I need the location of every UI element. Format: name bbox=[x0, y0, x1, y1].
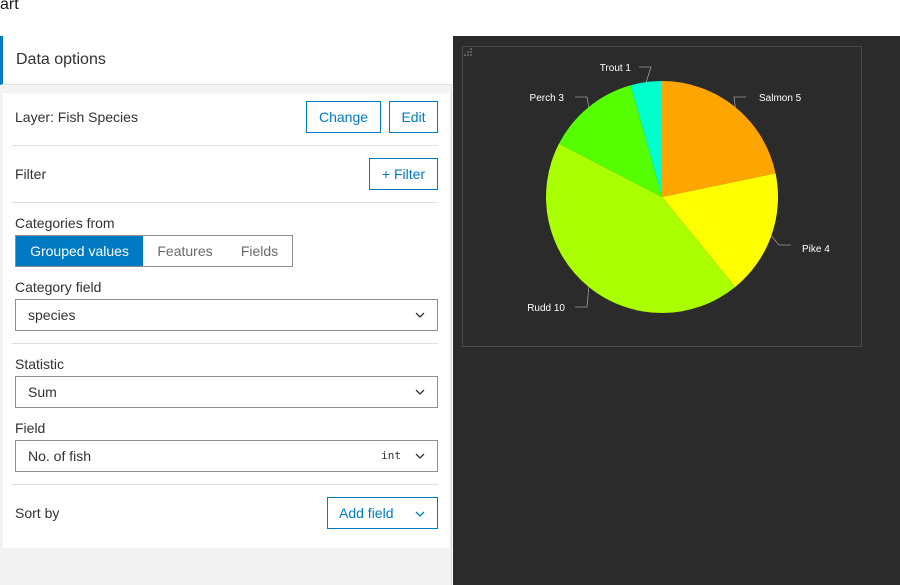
segment-grouped-values[interactable]: Grouped values bbox=[16, 236, 143, 266]
leader-line bbox=[575, 286, 590, 308]
leader-line bbox=[770, 235, 791, 246]
pie-label-salmon: Salmon 5 bbox=[759, 93, 802, 104]
panel-header[interactable]: Data options bbox=[0, 36, 452, 85]
chevron-down-icon bbox=[415, 312, 425, 318]
pie-chart: Salmon 5 Pike 4 Rudd 10 Perch 3 Trout 1 bbox=[527, 63, 830, 314]
chevron-down-icon bbox=[415, 511, 425, 517]
field-select[interactable]: No. of fish int bbox=[15, 440, 438, 472]
statistic-select[interactable]: Sum bbox=[15, 376, 438, 408]
window-title-fragment: art bbox=[0, 0, 19, 13]
leader-line bbox=[639, 66, 652, 83]
category-field-label: Category field bbox=[15, 279, 102, 295]
categories-segmented-control: Grouped values Features Fields bbox=[15, 235, 293, 267]
panel-title: Data options bbox=[16, 51, 106, 68]
leader-line bbox=[733, 96, 746, 108]
pie-label-perch: Perch 3 bbox=[530, 93, 565, 104]
statistic-value: Sum bbox=[28, 384, 57, 400]
top-strip bbox=[0, 0, 900, 36]
divider bbox=[12, 202, 438, 203]
chart-container[interactable]: Salmon 5 Pike 4 Rudd 10 Perch 3 Trout 1 bbox=[462, 46, 862, 347]
category-field-value: species bbox=[28, 307, 76, 323]
chevron-down-icon bbox=[415, 389, 425, 395]
change-layer-button[interactable]: Change bbox=[306, 101, 381, 133]
segment-features[interactable]: Features bbox=[143, 236, 227, 266]
divider bbox=[12, 343, 438, 344]
segment-fields[interactable]: Fields bbox=[227, 236, 292, 266]
divider bbox=[12, 484, 438, 485]
chevron-down-icon bbox=[415, 453, 425, 459]
edit-layer-button[interactable]: Edit bbox=[389, 101, 438, 133]
add-filter-button[interactable]: + Filter bbox=[369, 158, 438, 190]
add-sort-field-button[interactable]: Add field bbox=[327, 497, 438, 529]
resize-grip-icon[interactable] bbox=[463, 47, 473, 57]
pie-label-pike: Pike 4 bbox=[802, 244, 830, 255]
filter-label: Filter bbox=[15, 166, 47, 182]
categories-from-label: Categories from bbox=[15, 215, 115, 231]
pie-label-trout: Trout 1 bbox=[600, 63, 632, 74]
pie-label-rudd: Rudd 10 bbox=[527, 303, 565, 314]
field-type-tag: int bbox=[381, 449, 401, 462]
layer-label: Layer: Fish Species bbox=[15, 109, 138, 125]
add-sort-field-label: Add field bbox=[339, 505, 394, 521]
sort-by-label: Sort by bbox=[15, 505, 60, 521]
statistic-label: Statistic bbox=[15, 356, 65, 372]
field-label: Field bbox=[15, 420, 46, 436]
field-value: No. of fish bbox=[28, 448, 92, 464]
leader-line bbox=[575, 96, 590, 108]
divider bbox=[12, 145, 438, 146]
category-field-select[interactable]: species bbox=[15, 299, 438, 331]
